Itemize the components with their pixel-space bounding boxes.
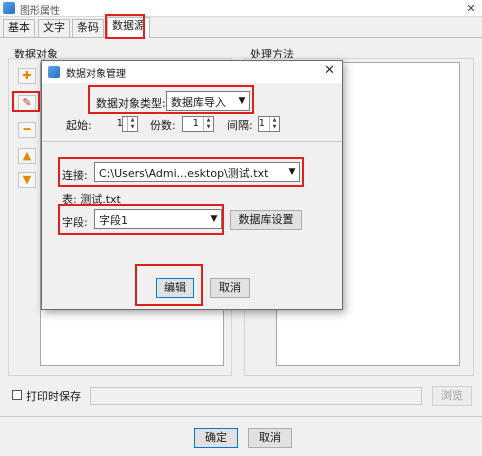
save-on-print-label: 打印时保存	[26, 390, 81, 403]
field-row-highlight	[58, 204, 224, 235]
cancel-button[interactable]: 取消	[248, 428, 292, 448]
spinner-arrows-icon[interactable]: ▲ ▼	[127, 117, 137, 131]
type-row-highlight	[88, 85, 254, 114]
save-path-field	[90, 387, 422, 405]
browse-button: 浏览	[432, 386, 472, 406]
copies-label: 份数:	[150, 119, 176, 132]
dialog-close-icon[interactable]: ✕	[324, 63, 335, 78]
dialog-title: 数据对象管理	[66, 69, 126, 80]
save-on-print-checkbox[interactable]	[12, 390, 22, 400]
dialog-cancel-button[interactable]: 取消	[210, 278, 250, 298]
spinner-arrows-icon[interactable]: ▲ ▼	[203, 117, 213, 131]
tab-strip-divider	[0, 37, 482, 38]
footer-divider	[0, 416, 482, 417]
dialog-titlebar: 数据对象管理 ✕	[42, 61, 342, 83]
delete-icon[interactable]: ━	[18, 122, 36, 138]
start-value: 1	[116, 118, 123, 129]
window-close-icon[interactable]: ✕	[460, 0, 482, 17]
app-icon	[3, 2, 15, 14]
window-titlebar: 图形属性 ✕	[0, 0, 482, 17]
dialog-divider	[42, 141, 342, 142]
start-spinner[interactable]: 1 ▲ ▼	[117, 116, 138, 132]
start-label: 起始:	[66, 119, 92, 132]
spinner-arrows-icon[interactable]: ▲ ▼	[269, 117, 279, 131]
move-down-icon[interactable]: ▼	[18, 172, 36, 188]
tab-barcode[interactable]: 条码	[72, 19, 104, 37]
database-settings-button[interactable]: 数据库设置	[230, 210, 302, 230]
tab-basic[interactable]: 基本	[3, 19, 35, 37]
edit-button-highlight	[135, 264, 203, 306]
tab-text[interactable]: 文字	[38, 19, 70, 37]
tab-data-source-highlight	[105, 14, 145, 39]
copies-value: 1	[192, 118, 199, 129]
dialog-app-icon	[48, 66, 60, 78]
ok-button[interactable]: 确定	[194, 428, 238, 448]
move-up-icon[interactable]: ▲	[18, 148, 36, 164]
edit-icon-highlight	[12, 91, 40, 112]
data-object-manager-dialog: 数据对象管理 ✕ 数据对象类型: 数据库导入 ▼ 起始: 1 ▲ ▼ 份数: 1 …	[41, 60, 343, 310]
copies-spinner[interactable]: 1 ▲ ▼	[182, 116, 214, 132]
add-icon[interactable]: ✚	[18, 68, 36, 84]
interval-label: 间隔:	[227, 119, 253, 132]
connection-row-highlight	[58, 157, 304, 187]
interval-spinner[interactable]: 1 ▲ ▼	[258, 116, 280, 132]
interval-value: 1	[258, 118, 265, 129]
window-title: 图形属性	[20, 6, 60, 17]
